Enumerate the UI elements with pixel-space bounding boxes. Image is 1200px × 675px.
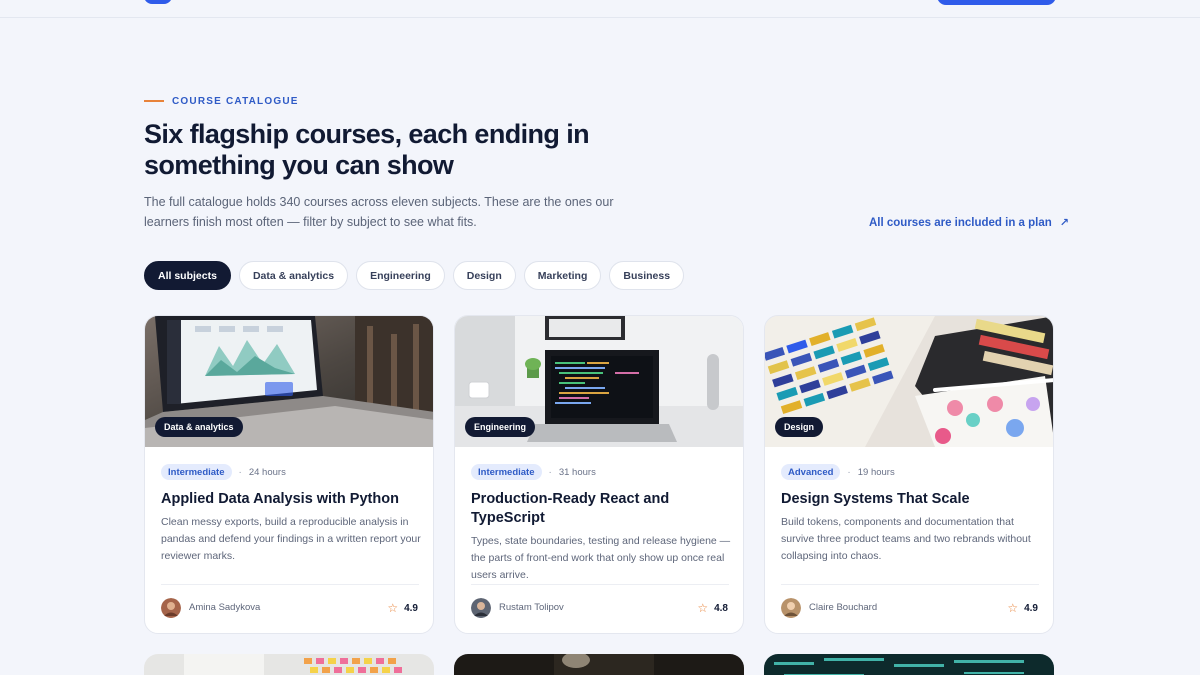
filter-chip-marketing[interactable]: Marketing — [523, 261, 602, 290]
section-headline: Six flagship courses, each ending in som… — [144, 119, 590, 180]
course-card-next-row[interactable] — [454, 654, 744, 675]
subject-tag: Data & analytics — [155, 417, 243, 437]
arrow-up-right-icon: ↗ — [1059, 217, 1069, 229]
course-meta: Advanced · 19 hours — [781, 464, 895, 480]
course-description: Types, state boundaries, testing and rel… — [471, 535, 731, 581]
course-meta: Intermediate · 24 hours — [161, 464, 286, 480]
filter-chip-all-subjects[interactable]: All subjects — [144, 261, 231, 290]
brand-logo[interactable] — [144, 0, 172, 4]
course-thumbnail: Data & analytics — [145, 316, 433, 447]
instructor: Rustam Tolipov — [471, 597, 564, 618]
course-title[interactable]: Production-Ready React and TypeScript — [471, 490, 729, 528]
course-description: Build tokens, components and documentati… — [781, 516, 1031, 562]
plans-link-label: All courses are included in a plan — [869, 216, 1052, 229]
course-duration: 19 hours — [857, 466, 895, 478]
instructor-name: Amina Sadykova — [189, 602, 261, 613]
course-thumbnail-partial — [144, 654, 434, 675]
separator-dot: · — [847, 466, 851, 478]
course-duration: 31 hours — [558, 466, 596, 478]
star-icon: ☆ — [1007, 601, 1019, 615]
section-eyebrow: COURSE CATALOGUE — [144, 95, 299, 107]
course-thumbnail: Design — [765, 316, 1053, 447]
subject-tag: Design — [775, 417, 824, 437]
course-card[interactable]: Engineering Intermediate · 31 hours Prod… — [454, 315, 744, 634]
course-thumbnail-partial — [764, 654, 1054, 675]
subject-filters: All subjects Data & analytics Engineerin… — [144, 261, 685, 290]
course-rating: ☆ 4.9 — [387, 600, 418, 616]
course-meta: Intermediate · 31 hours — [471, 464, 596, 480]
instructor-name: Claire Bouchard — [809, 602, 878, 613]
course-thumbnail-partial — [454, 654, 744, 675]
star-icon: ☆ — [387, 601, 399, 615]
course-rating: ☆ 4.8 — [697, 600, 728, 616]
level-badge: Intermediate — [161, 464, 232, 480]
course-title[interactable]: Design Systems That Scale — [781, 490, 1039, 509]
filter-chip-business[interactable]: Business — [609, 261, 685, 290]
course-title[interactable]: Applied Data Analysis with Python — [161, 490, 419, 509]
filter-chip-data-analytics[interactable]: Data & analytics — [238, 261, 349, 290]
avatar — [471, 597, 491, 618]
course-rating: ☆ 4.9 — [1007, 600, 1038, 616]
rating-value: 4.9 — [1024, 602, 1038, 614]
separator-dot: · — [238, 466, 242, 478]
eyebrow-line — [144, 100, 164, 102]
eyebrow-text: COURSE CATALOGUE — [172, 95, 299, 107]
course-card[interactable]: Data & analytics Intermediate · 24 hours… — [144, 315, 434, 634]
rating-value: 4.8 — [714, 602, 728, 614]
section-lede: The full catalogue holds 340 courses acr… — [144, 195, 614, 229]
top-nav-bar — [0, 0, 1200, 18]
course-thumbnail: Engineering — [455, 316, 743, 447]
course-description: Clean messy exports, build a reproducibl… — [161, 516, 421, 562]
instructor: Claire Bouchard — [781, 597, 878, 618]
card-divider — [781, 584, 1039, 585]
card-divider — [471, 584, 729, 585]
card-divider — [161, 584, 419, 585]
filter-chip-design[interactable]: Design — [452, 261, 516, 290]
star-icon: ☆ — [697, 601, 709, 615]
course-card[interactable]: Design Advanced · 19 hours Design System… — [764, 315, 1054, 634]
course-duration: 24 hours — [248, 466, 286, 478]
plans-link[interactable]: All courses are included in a plan ↗ — [869, 216, 1069, 230]
instructor: Amina Sadykova — [161, 597, 261, 618]
filter-chip-engineering[interactable]: Engineering — [356, 261, 445, 290]
rating-value: 4.9 — [404, 602, 418, 614]
nav-cta-button[interactable] — [937, 0, 1056, 5]
level-badge: Advanced — [781, 464, 841, 480]
subject-tag: Engineering — [465, 417, 536, 437]
avatar — [161, 597, 181, 618]
separator-dot: · — [548, 466, 552, 478]
avatar — [781, 597, 801, 618]
instructor-name: Rustam Tolipov — [499, 602, 564, 613]
level-badge: Intermediate — [471, 464, 542, 480]
course-card-next-row[interactable] — [764, 654, 1054, 675]
course-card-next-row[interactable] — [144, 654, 434, 675]
